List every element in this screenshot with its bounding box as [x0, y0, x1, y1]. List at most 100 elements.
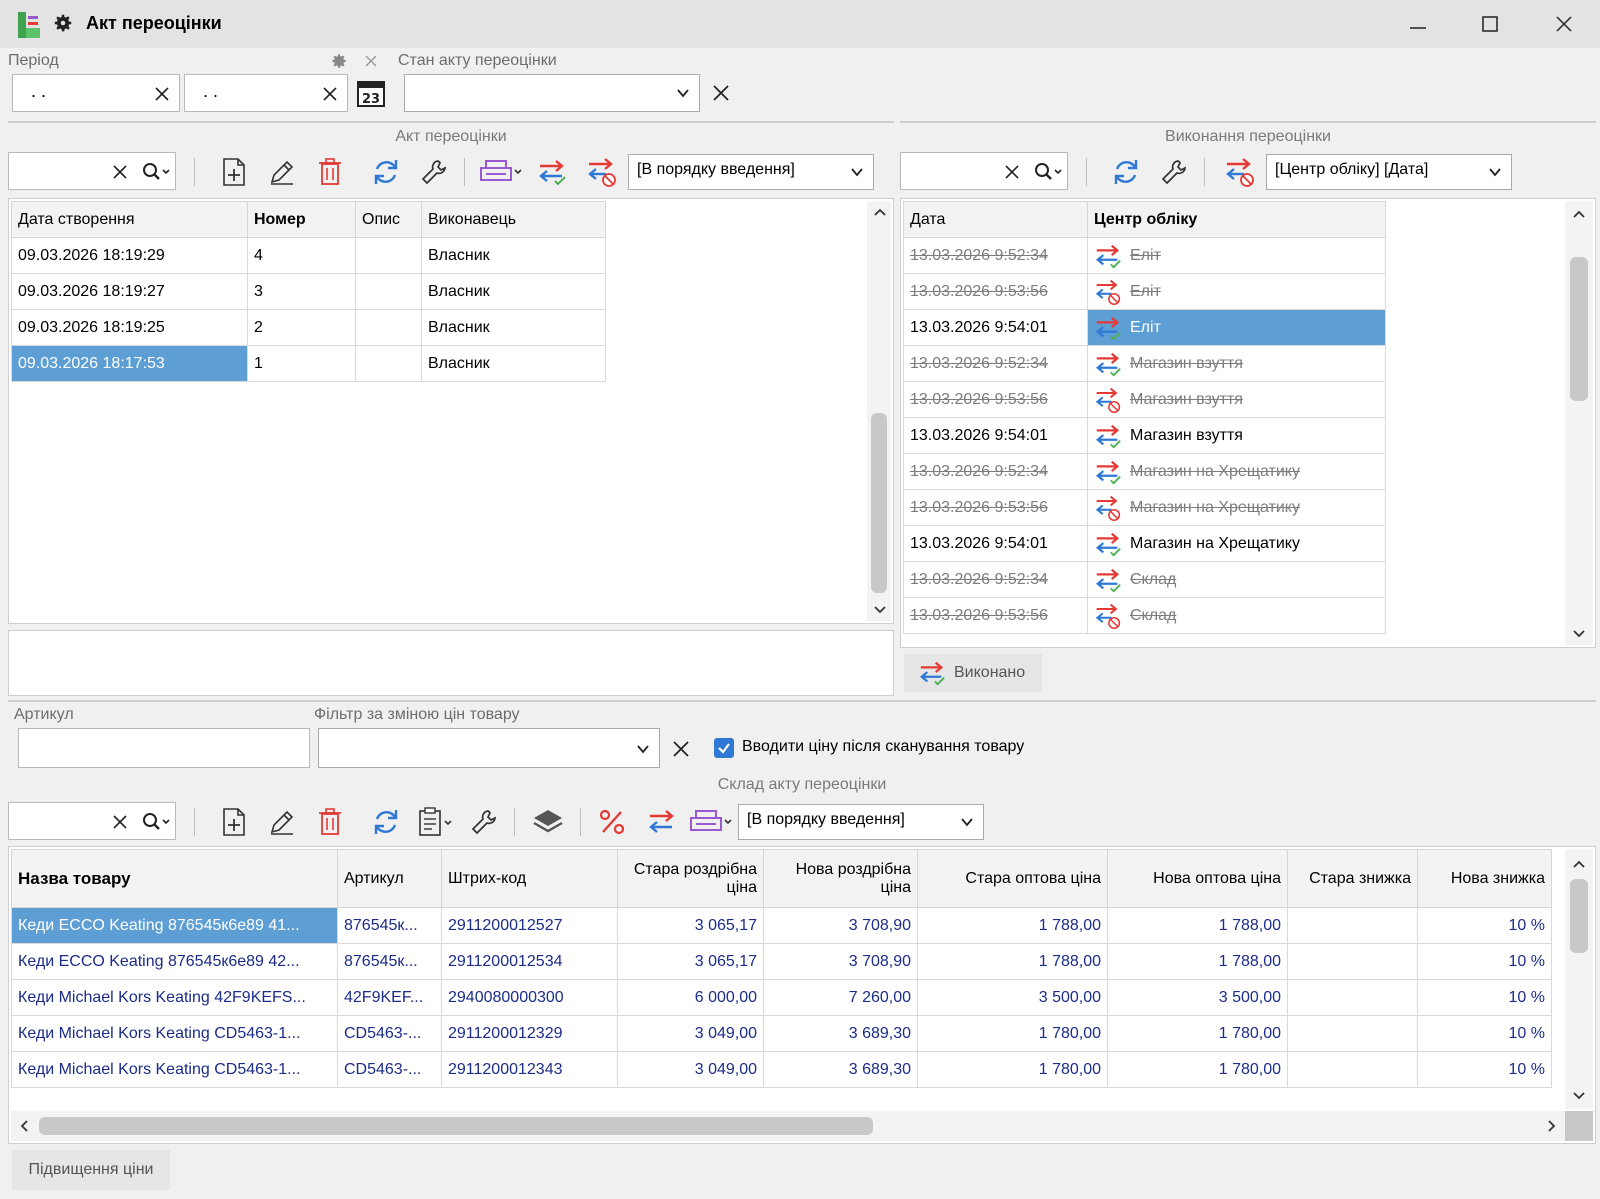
- table-row[interactable]: Кеди ECCO Keating 876545к6е89 41... 87654…: [11, 907, 1552, 944]
- acts-search-field[interactable]: [8, 152, 176, 190]
- done-button[interactable]: Виконано: [904, 654, 1042, 692]
- column-header[interactable]: Виконавець: [421, 201, 606, 238]
- price-filter-select[interactable]: [318, 728, 660, 768]
- wrench-icon[interactable]: [418, 156, 450, 188]
- period-clear-icon[interactable]: [364, 54, 378, 73]
- add-document-icon[interactable]: [218, 806, 250, 838]
- cancel-transfer-icon[interactable]: [1224, 156, 1256, 188]
- table-row[interactable]: 13.03.2026 9:54:01 Магазин взуття: [903, 417, 1386, 454]
- scan-price-checkbox[interactable]: [714, 738, 734, 758]
- scan-price-checkbox-label[interactable]: Вводити ціну після сканування товару: [742, 738, 1024, 756]
- print-icon[interactable]: [688, 806, 736, 838]
- column-header[interactable]: Дата: [903, 201, 1088, 238]
- table-row[interactable]: Кеди Michael Kors Keating 42F9KEFS... 42F…: [11, 979, 1552, 1016]
- goods-vertical-scrollbar[interactable]: [1565, 849, 1593, 1109]
- refresh-icon[interactable]: [370, 156, 402, 188]
- chevron-right-icon[interactable]: [1547, 1119, 1557, 1133]
- period-to-field[interactable]: . .: [184, 74, 348, 112]
- column-header[interactable]: Стара роздрібна ціна: [617, 849, 764, 908]
- column-header[interactable]: Нова знижка: [1417, 849, 1552, 908]
- edit-pencil-icon[interactable]: [266, 806, 298, 838]
- column-header[interactable]: Стара знижка: [1287, 849, 1418, 908]
- wrench-icon[interactable]: [1158, 156, 1190, 188]
- table-row[interactable]: 13.03.2026 9:52:34 Магазин взуття: [903, 345, 1386, 382]
- chevron-up-icon[interactable]: [873, 207, 887, 217]
- refresh-icon[interactable]: [370, 806, 402, 838]
- execution-search-field[interactable]: [900, 152, 1068, 190]
- table-row[interactable]: 13.03.2026 9:52:34 Магазин на Хрещатику: [903, 453, 1386, 490]
- column-header[interactable]: Назва товару: [11, 849, 338, 908]
- execution-sort-select[interactable]: [Центр обліку] [Дата]: [1266, 154, 1512, 190]
- table-row[interactable]: 13.03.2026 9:53:56 Склад: [903, 597, 1386, 634]
- apply-transfer-icon[interactable]: [536, 156, 568, 188]
- table-row[interactable]: 13.03.2026 9:52:34 Еліт: [903, 237, 1386, 274]
- acts-vertical-scrollbar[interactable]: [867, 201, 891, 621]
- goods-horizontal-scrollbar[interactable]: [11, 1111, 1565, 1141]
- period-from-field[interactable]: . .: [12, 74, 180, 112]
- clear-state-icon[interactable]: [710, 82, 732, 104]
- column-header[interactable]: Центр обліку: [1087, 201, 1386, 238]
- column-header[interactable]: Дата створення: [11, 201, 248, 238]
- table-row[interactable]: 13.03.2026 9:53:56 Еліт: [903, 273, 1386, 310]
- edit-pencil-icon[interactable]: [266, 156, 298, 188]
- chevron-down-icon[interactable]: [1572, 1091, 1586, 1101]
- column-header[interactable]: Артикул: [337, 849, 442, 908]
- state-select[interactable]: [404, 74, 700, 112]
- cancel-transfer-icon[interactable]: [586, 156, 618, 188]
- table-row[interactable]: 13.03.2026 9:53:56 Магазин взуття: [903, 381, 1386, 418]
- table-row[interactable]: 09.03.2026 18:19:25 2 Власник: [11, 309, 606, 346]
- search-icon[interactable]: [141, 811, 173, 838]
- raise-price-button[interactable]: Підвищення ціни: [12, 1150, 170, 1190]
- search-icon[interactable]: [1033, 161, 1065, 188]
- table-row[interactable]: Кеди Michael Kors Keating CD5463-1... CD5…: [11, 1015, 1552, 1052]
- refresh-icon[interactable]: [1110, 156, 1142, 188]
- clear-period-from-icon[interactable]: [151, 83, 173, 105]
- transfer-arrows-icon[interactable]: [646, 806, 678, 838]
- table-row[interactable]: Кеди Michael Kors Keating CD5463-1... CD5…: [11, 1051, 1552, 1088]
- print-icon[interactable]: [478, 156, 526, 188]
- clipboard-icon[interactable]: [416, 806, 460, 838]
- delete-trash-icon[interactable]: [314, 156, 346, 188]
- close-window-button[interactable]: [1536, 6, 1592, 42]
- table-row[interactable]: 09.03.2026 18:19:29 4 Власник: [11, 237, 606, 274]
- chevron-up-icon[interactable]: [1572, 209, 1586, 219]
- execution-vertical-scrollbar[interactable]: [1565, 201, 1593, 645]
- clear-acts-search-icon[interactable]: [109, 161, 131, 183]
- column-header[interactable]: Номер: [247, 201, 356, 238]
- scroll-thumb[interactable]: [1570, 879, 1588, 953]
- goods-search-field[interactable]: [8, 802, 176, 840]
- delete-trash-icon[interactable]: [314, 806, 346, 838]
- table-row[interactable]: 09.03.2026 18:17:53 1 Власник: [11, 345, 606, 382]
- layers-icon[interactable]: [532, 806, 564, 838]
- article-input[interactable]: [18, 728, 310, 768]
- clear-price-filter-icon[interactable]: [670, 738, 692, 760]
- clear-goods-search-icon[interactable]: [109, 811, 131, 833]
- column-header[interactable]: Стара оптова ціна: [917, 849, 1108, 908]
- wrench-icon[interactable]: [468, 806, 500, 838]
- column-header[interactable]: Нова роздрібна ціна: [763, 849, 918, 908]
- table-row[interactable]: 13.03.2026 9:54:01 Еліт: [903, 309, 1386, 346]
- gear-icon[interactable]: [52, 12, 74, 39]
- percent-icon[interactable]: [596, 806, 628, 838]
- goods-sort-select[interactable]: [В порядку введення]: [738, 804, 984, 840]
- chevron-left-icon[interactable]: [19, 1119, 29, 1133]
- table-row[interactable]: 13.03.2026 9:52:34 Склад: [903, 561, 1386, 598]
- chevron-up-icon[interactable]: [1572, 859, 1586, 869]
- maximize-button[interactable]: [1462, 6, 1518, 42]
- acts-sort-select[interactable]: [В порядку введення]: [628, 154, 874, 190]
- period-settings-icon[interactable]: [330, 52, 348, 75]
- clear-execution-search-icon[interactable]: [1001, 161, 1023, 183]
- search-icon[interactable]: [141, 161, 173, 188]
- clear-period-to-icon[interactable]: [319, 83, 341, 105]
- table-row[interactable]: Кеди ECCO Keating 876545к6е89 42... 87654…: [11, 943, 1552, 980]
- scroll-thumb[interactable]: [39, 1117, 873, 1135]
- table-row[interactable]: 13.03.2026 9:53:56 Магазин на Хрещатику: [903, 489, 1386, 526]
- scroll-thumb[interactable]: [871, 413, 887, 593]
- chevron-down-icon[interactable]: [873, 605, 887, 615]
- table-row[interactable]: 13.03.2026 9:54:01 Магазин на Хрещатику: [903, 525, 1386, 562]
- table-row[interactable]: 09.03.2026 18:19:27 3 Власник: [11, 273, 606, 310]
- column-header[interactable]: Штрих-код: [441, 849, 618, 908]
- calendar-icon[interactable]: 23: [356, 78, 386, 113]
- minimize-button[interactable]: [1390, 6, 1446, 42]
- scroll-thumb[interactable]: [1570, 257, 1588, 401]
